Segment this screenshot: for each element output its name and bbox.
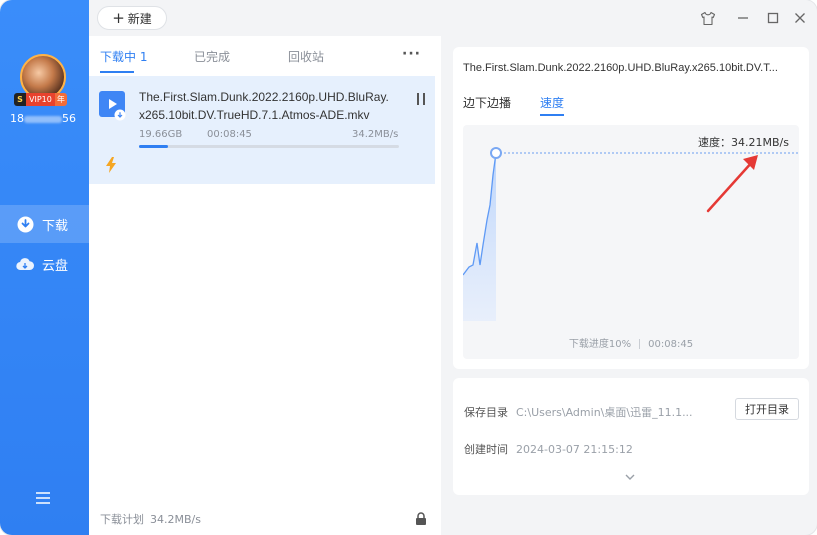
task-file-name: The.First.Slam.Dunk.2022.2160p.UHD.BluRa…	[139, 88, 407, 124]
tab-play-while-downloading[interactable]: 边下边播	[463, 94, 511, 111]
save-directory-row: 保存目录 C:\Users\Admin\桌面\迅雷_11.1...	[464, 404, 693, 420]
save-directory-path: C:\Users\Admin\桌面\迅雷_11.1...	[516, 406, 693, 419]
user-id: 18 56	[10, 112, 76, 125]
topbar: + 新建	[89, 0, 817, 36]
lightning-bolt-icon[interactable]	[105, 157, 117, 173]
download-task-row[interactable]: The.First.Slam.Dunk.2022.2160p.UHD.BluRa…	[89, 76, 435, 184]
created-time-row: 创建时间 2024-03-07 21:15:12	[464, 441, 633, 457]
chart-footer: 下载进度10% 00:08:45	[463, 335, 799, 350]
tab-recycle-bin[interactable]: 回收站	[288, 48, 324, 65]
user-id-suffix: 56	[62, 112, 76, 125]
save-directory-label: 保存目录	[464, 406, 508, 419]
more-options-button[interactable]: ···	[402, 46, 421, 62]
task-remaining-time: 00:08:45	[207, 129, 252, 140]
plus-icon: +	[112, 8, 125, 27]
task-progress-bar	[139, 145, 399, 148]
pause-button[interactable]	[416, 93, 426, 105]
tab-completed[interactable]: 已完成	[194, 48, 230, 65]
sidebar-item-label: 云盘	[42, 258, 69, 274]
created-time-value: 2024-03-07 21:15:12	[516, 443, 633, 456]
list-tabs: 下载中 1 已完成 回收站 ···	[89, 36, 441, 74]
cloud-icon	[16, 255, 34, 273]
vip-mark: S	[14, 93, 26, 106]
current-speed-label: 速度：34.21MB/s	[698, 136, 789, 149]
speed-chart-area	[463, 153, 496, 321]
annotation-arrow	[706, 159, 755, 213]
task-file-name-line2: x265.10bit.DV.TrueHD.7.1.Atmos-ADE.mkv	[139, 108, 370, 122]
tab-downloading[interactable]: 下载中 1	[100, 48, 147, 65]
minimize-icon[interactable]	[735, 10, 751, 26]
download-progress-text: 下载进度10%	[568, 339, 632, 350]
task-info-panel: 保存目录 C:\Users\Admin\桌面\迅雷_11.1... 打开目录 创建…	[453, 378, 809, 495]
sidebar-item-label: 下载	[42, 218, 69, 234]
vip-badge[interactable]: S VIP10 年	[14, 93, 72, 106]
vip-year: 年	[54, 93, 67, 106]
chevron-down-icon[interactable]	[625, 470, 635, 480]
new-task-button[interactable]: + 新建	[97, 6, 167, 30]
task-size: 19.66GB	[139, 129, 183, 140]
download-plan-label: 下载计划	[100, 513, 144, 526]
new-task-label: 新建	[127, 11, 152, 26]
hamburger-menu-icon[interactable]	[34, 489, 52, 507]
task-speed: 34.2MB/s	[352, 129, 399, 140]
maximize-icon[interactable]	[765, 10, 781, 26]
video-file-icon	[99, 91, 127, 121]
close-icon[interactable]	[792, 10, 808, 26]
divider	[639, 339, 641, 349]
skin-shirt-icon[interactable]	[700, 10, 716, 26]
task-detail-panel: The.First.Slam.Dunk.2022.2160p.UHD.BluRa…	[453, 47, 809, 369]
sidebar: S VIP10 年 18 56 下载 云盘	[0, 0, 89, 535]
sidebar-item-cloud[interactable]: 云盘	[0, 245, 89, 283]
detail-file-title: The.First.Slam.Dunk.2022.2160p.UHD.BluRa…	[463, 62, 778, 74]
app-window: S VIP10 年 18 56 下载 云盘 + 新建 下载中 1 已完成 回收站…	[0, 0, 817, 535]
download-icon	[16, 215, 34, 233]
lock-icon[interactable]	[415, 512, 427, 525]
open-directory-button[interactable]: 打开目录	[735, 398, 799, 420]
created-time-label: 创建时间	[464, 443, 508, 456]
task-file-name-line1: The.First.Slam.Dunk.2022.2160p.UHD.BluRa…	[139, 90, 389, 104]
vip-level: VIP10	[26, 93, 55, 106]
download-plan-speed: 34.2MB/s	[150, 513, 201, 526]
remaining-time-text: 00:08:45	[648, 339, 694, 350]
download-list-panel: 下载中 1 已完成 回收站 ··· The.First.Slam.Dunk.20…	[89, 36, 441, 535]
user-id-masked	[24, 115, 62, 123]
tab-speed[interactable]: 速度	[540, 94, 564, 111]
current-speed-point	[490, 147, 502, 159]
speed-chart: 速度：34.21MB/s 下载进度10% 00:08:45	[463, 125, 799, 359]
user-id-prefix: 18	[10, 112, 24, 125]
active-detail-tab-indicator	[540, 114, 564, 116]
active-tab-indicator	[100, 71, 134, 73]
sidebar-item-download[interactable]: 下载	[0, 205, 89, 243]
speed-chart-svg	[463, 147, 799, 321]
download-plan-footer[interactable]: 下载计划 34.2MB/s	[100, 511, 201, 527]
task-progress-fill	[139, 145, 168, 148]
